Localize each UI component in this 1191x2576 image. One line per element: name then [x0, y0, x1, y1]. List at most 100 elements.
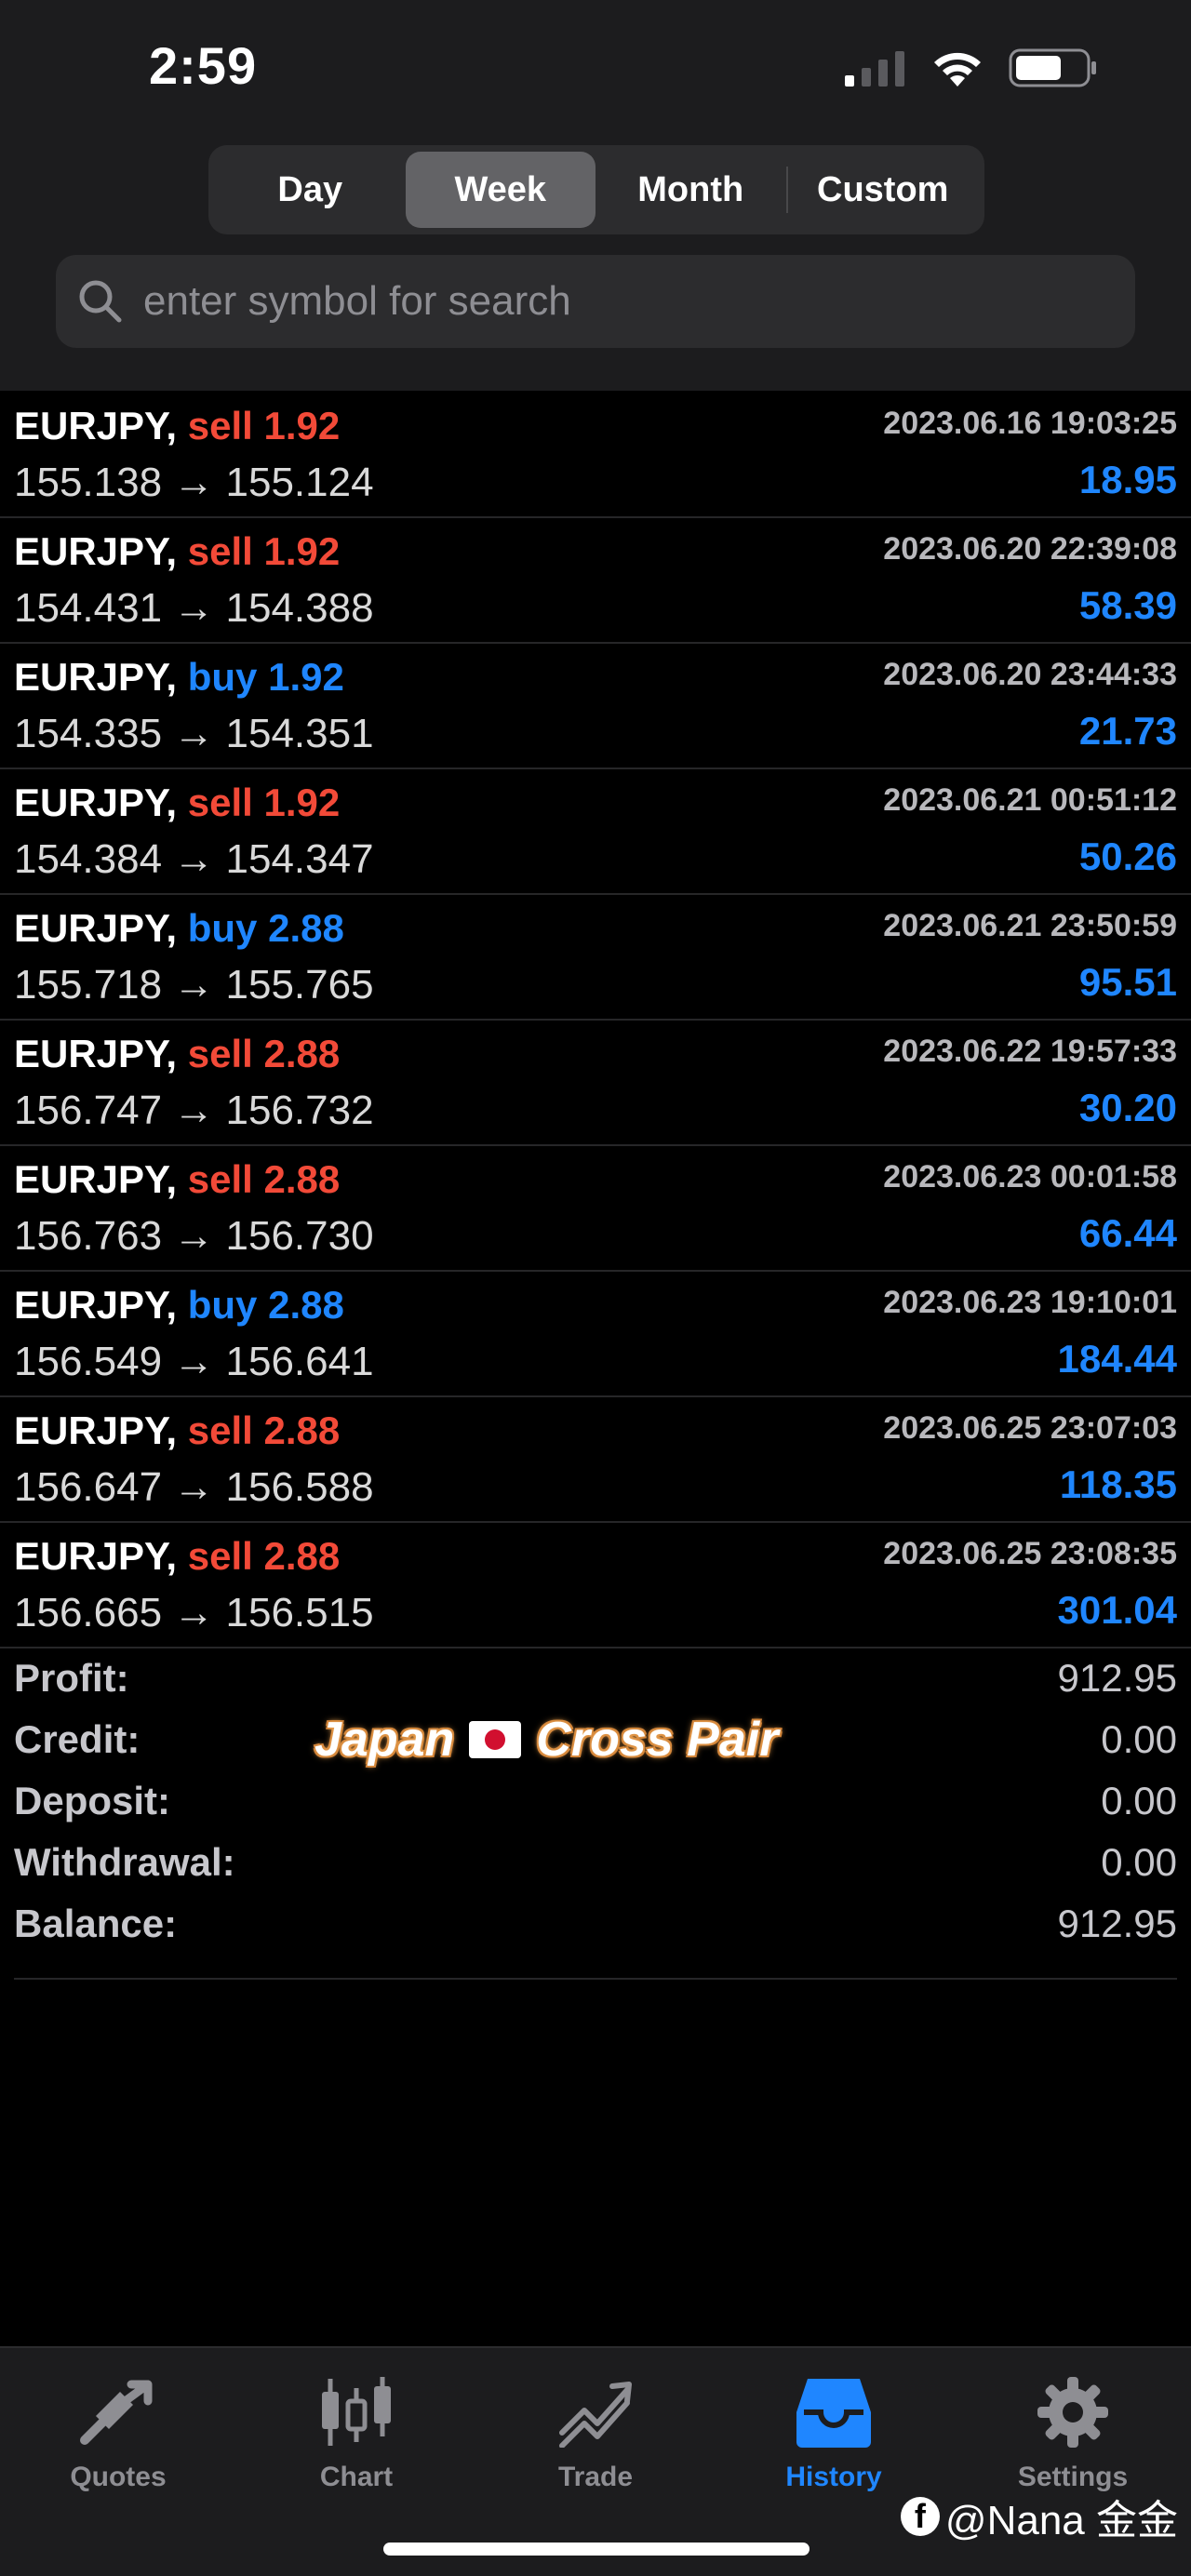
summary-label: Withdrawal:	[14, 1840, 235, 1884]
symbol-text: EURJPY,	[14, 655, 178, 699]
trade-side: sell	[187, 781, 253, 824]
trade-prices: 155.138 → 155.124	[14, 460, 374, 505]
tab-day[interactable]: Day	[215, 152, 406, 228]
wifi-icon	[934, 52, 981, 87]
summary-value: 0.00	[1101, 1779, 1177, 1822]
trade-row[interactable]: EURJPY, sell 1.92 2023.06.21 00:51:12 15…	[0, 769, 1191, 895]
trade-time: 2023.06.21 00:51:12	[883, 782, 1177, 818]
summary-value: 0.00	[1101, 1717, 1177, 1761]
search-input[interactable]	[141, 277, 1076, 326]
tab-trade[interactable]: Trade	[493, 2370, 698, 2493]
trade-profit: 66.44	[1078, 1211, 1177, 1255]
trade-symbol: EURJPY, sell 1.92	[14, 404, 340, 448]
trade-row[interactable]: EURJPY, buy 2.88 2023.06.23 19:10:01 156…	[0, 1272, 1191, 1397]
trade-symbol: EURJPY, buy 1.92	[14, 655, 344, 700]
trade-time: 2023.06.25 23:08:35	[883, 1536, 1177, 1571]
trade-prices: 156.647 → 156.588	[14, 1464, 374, 1510]
trade-symbol: EURJPY, buy 2.88	[14, 906, 344, 951]
trade-symbol: EURJPY, sell 2.88	[14, 1032, 340, 1076]
tab-week[interactable]: Week	[405, 152, 596, 228]
summary-row-deposit: Deposit: 0.00	[14, 1771, 1177, 1833]
trade-volume: 1.92	[263, 404, 341, 447]
header: 2:59 Day Week Month Custom enter symbol …	[0, 0, 1191, 391]
search-icon	[79, 280, 122, 323]
trade-prices: 154.431 → 154.388	[14, 585, 374, 631]
trade-side: buy	[187, 655, 258, 699]
tab-quotes[interactable]: Quotes	[16, 2370, 221, 2493]
trade-profit: 184.44	[1057, 1337, 1177, 1381]
symbol-text: EURJPY,	[14, 1157, 178, 1201]
trade-profit: 50.26	[1078, 834, 1177, 878]
summary-row-balance: Balance: 912.95	[14, 1894, 1177, 1955]
trade-symbol: EURJPY, buy 2.88	[14, 1283, 344, 1328]
trade-time: 2023.06.16 19:03:25	[883, 406, 1177, 441]
trade-time: 2023.06.21 23:50:59	[883, 908, 1177, 943]
trade-volume: 2.88	[268, 1283, 344, 1327]
trade-volume: 2.88	[268, 906, 344, 950]
trade-symbol: EURJPY, sell 1.92	[14, 781, 340, 825]
summary-row-withdrawal: Withdrawal: 0.00	[14, 1833, 1177, 1894]
trade-volume: 2.88	[263, 1408, 341, 1452]
trade-side: sell	[187, 1534, 253, 1578]
summary-label: Credit:	[14, 1717, 141, 1761]
trade-side: sell	[187, 1408, 253, 1452]
trade-side: buy	[187, 1283, 258, 1327]
search-bar[interactable]	[56, 255, 1135, 348]
tab-label: Trade	[557, 2462, 634, 2492]
trade-profit: 58.39	[1078, 583, 1177, 627]
tab-settings[interactable]: Settings	[970, 2370, 1175, 2493]
symbol-text: EURJPY,	[14, 1534, 178, 1578]
caption-part1: Japan	[314, 1713, 455, 1767]
watermark: f @Nana 金金	[900, 2487, 1178, 2546]
trade-profit: 301.04	[1057, 1588, 1177, 1632]
trade-side: sell	[187, 529, 253, 573]
watermark-text: @Nana 金金	[944, 2498, 1178, 2543]
history-screen: 2:59 Day Week Month Custom enter symbol …	[0, 0, 1191, 2576]
trade-volume: 1.92	[263, 529, 341, 573]
trade-row[interactable]: EURJPY, sell 2.88 2023.06.25 23:08:35 15…	[0, 1523, 1191, 1648]
trade-prices: 154.335 → 154.351	[14, 711, 374, 756]
summary-row-profit: Profit: 912.95	[14, 1648, 1177, 1710]
trade-volume: 1.92	[268, 655, 344, 699]
trade-time: 2023.06.22 19:57:33	[883, 1034, 1177, 1069]
trade-prices: 156.549 → 156.641	[14, 1339, 374, 1384]
trade-row[interactable]: EURJPY, buy 2.88 2023.06.21 23:50:59 155…	[0, 895, 1191, 1021]
trade-volume: 1.92	[263, 781, 341, 824]
trade-side: sell	[187, 1157, 253, 1201]
trade-prices: 156.665 → 156.515	[14, 1590, 374, 1635]
trade-row[interactable]: EURJPY, sell 2.88 2023.06.25 23:07:03 15…	[0, 1397, 1191, 1523]
caption-part2: Cross Pair	[536, 1713, 779, 1767]
trade-row[interactable]: EURJPY, sell 2.88 2023.06.23 00:01:58 15…	[0, 1146, 1191, 1272]
tab-label: Quotes	[70, 2462, 167, 2492]
trade-prices: 156.763 → 156.730	[14, 1213, 374, 1259]
overlay-caption: Japan Cross Pair	[314, 1712, 778, 1768]
trade-prices: 155.718 → 155.765	[14, 962, 374, 1008]
tab-chart[interactable]: Chart	[254, 2370, 459, 2493]
trade-prices: 156.747 → 156.732	[14, 1088, 374, 1133]
trade-symbol: EURJPY, sell 1.92	[14, 529, 340, 574]
trade-time: 2023.06.20 22:39:08	[883, 531, 1177, 567]
trade-time: 2023.06.20 23:44:33	[883, 657, 1177, 692]
signal-icon	[845, 51, 904, 87]
trade-profit: 18.95	[1078, 458, 1177, 501]
account-summary: Profit: 912.95 Credit: 0.00 Deposit: 0.0…	[14, 1648, 1177, 1955]
trade-profit: 95.51	[1078, 960, 1177, 1004]
tab-history[interactable]: History	[731, 2370, 936, 2493]
summary-value: 912.95	[1057, 1656, 1177, 1700]
symbol-text: EURJPY,	[14, 404, 178, 447]
trade-time: 2023.06.25 23:07:03	[883, 1410, 1177, 1446]
trade-row[interactable]: EURJPY, sell 1.92 2023.06.16 19:03:25 15…	[0, 393, 1191, 518]
trade-row[interactable]: EURJPY, buy 1.92 2023.06.20 23:44:33 154…	[0, 644, 1191, 769]
tab-custom[interactable]: Custom	[788, 152, 979, 228]
trade-row[interactable]: EURJPY, sell 1.92 2023.06.20 22:39:08 15…	[0, 518, 1191, 644]
trade-profit: 30.20	[1078, 1086, 1177, 1129]
trade-profit: 21.73	[1078, 709, 1177, 753]
trade-row[interactable]: EURJPY, sell 2.88 2023.06.22 19:57:33 15…	[0, 1021, 1191, 1146]
trade-time: 2023.06.23 00:01:58	[883, 1159, 1177, 1195]
tab-month[interactable]: Month	[596, 152, 786, 228]
chart-icon	[254, 2370, 459, 2454]
japan-flag-icon	[469, 1721, 522, 1758]
symbol-text: EURJPY,	[14, 1032, 178, 1075]
symbol-text: EURJPY,	[14, 529, 178, 573]
history-icon	[731, 2370, 936, 2454]
